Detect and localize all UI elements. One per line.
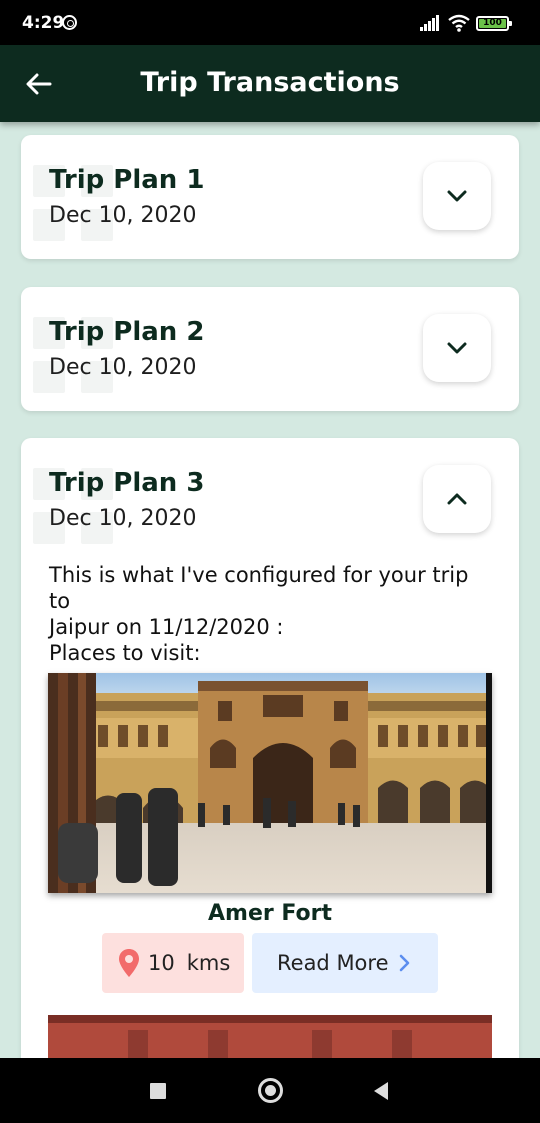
trip-title: Trip Plan 2 xyxy=(49,317,205,347)
trip-card-expanded[interactable]: Trip Plan 3 Dec 10, 2020 This is what I'… xyxy=(21,438,519,1058)
trip-card[interactable]: Trip Plan 1 Dec 10, 2020 xyxy=(21,135,519,259)
place-image[interactable] xyxy=(48,673,492,893)
place-image[interactable] xyxy=(48,1015,492,1058)
wifi-icon xyxy=(448,14,470,32)
trip-date: Dec 10, 2020 xyxy=(49,355,197,380)
sync-icon xyxy=(62,15,77,30)
expand-button[interactable] xyxy=(423,314,491,382)
chevron-up-icon xyxy=(447,493,467,505)
page-title: Trip Transactions xyxy=(140,67,400,98)
status-time: 4:29 xyxy=(22,13,65,33)
trip-title: Trip Plan 3 xyxy=(49,468,205,498)
trip-date: Dec 10, 2020 xyxy=(49,506,197,531)
read-more-label: Read More xyxy=(277,951,389,975)
palace-illustration xyxy=(48,1015,492,1058)
trip-card[interactable]: Trip Plan 2 Dec 10, 2020 xyxy=(21,287,519,411)
trip-list[interactable]: Trip Plan 1 Dec 10, 2020 Trip Plan 2 Dec… xyxy=(0,122,540,1058)
signal-icon xyxy=(420,15,439,31)
system-nav-bar xyxy=(0,1058,540,1123)
battery-icon: 100 xyxy=(476,16,512,31)
read-more-button[interactable]: Read More xyxy=(252,933,438,993)
expand-button[interactable] xyxy=(423,162,491,230)
chevron-down-icon xyxy=(447,342,467,354)
battery-level: 100 xyxy=(479,19,506,28)
nav-back-button[interactable] xyxy=(372,1081,390,1101)
distance-value: 10 xyxy=(148,951,175,975)
trip-description: This is what I've configured for your tr… xyxy=(49,563,469,665)
status-bar: 4:29 100 xyxy=(0,0,540,45)
trip-title: Trip Plan 1 xyxy=(49,165,205,195)
location-pin-icon xyxy=(119,949,139,977)
home-button[interactable] xyxy=(258,1078,283,1103)
chevron-down-icon xyxy=(447,190,467,202)
collapse-button[interactable] xyxy=(423,465,491,533)
place-name: Amer Fort xyxy=(208,901,332,926)
fort-illustration xyxy=(48,673,492,893)
distance-unit: kms xyxy=(186,951,231,975)
chevron-right-icon xyxy=(399,954,411,972)
recents-button[interactable] xyxy=(150,1083,166,1099)
distance-chip: 10 kms xyxy=(102,933,244,993)
app-bar: Trip Transactions xyxy=(0,45,540,122)
trip-date: Dec 10, 2020 xyxy=(49,203,197,228)
